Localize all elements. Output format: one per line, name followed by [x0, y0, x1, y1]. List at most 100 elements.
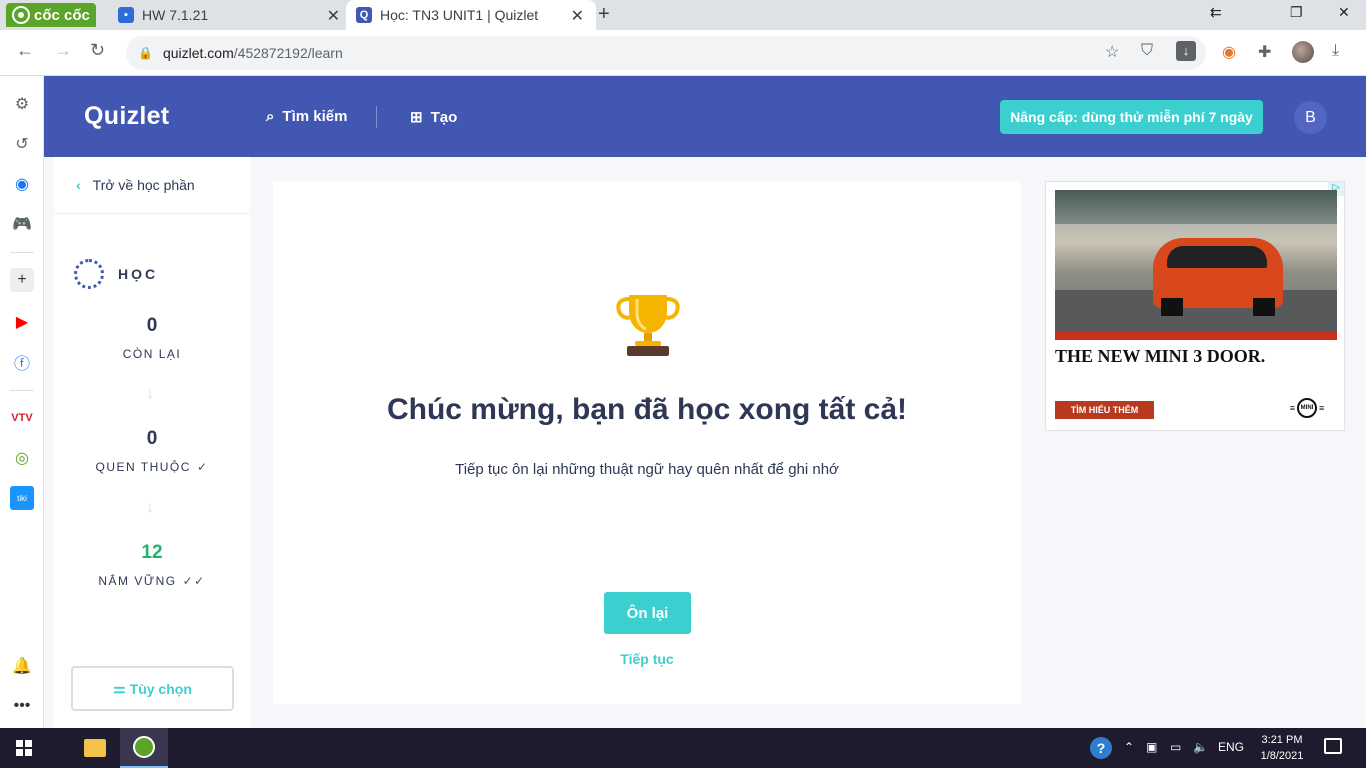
facebook-icon[interactable]: ⓕ — [10, 350, 34, 374]
quizlet-header: Quizlet ⌕ Tìm kiếm ⊞ Tạo Nâng cấp: dùng … — [44, 76, 1366, 157]
tab-hw[interactable]: ▪ HW 7.1.21 ✕ — [108, 0, 352, 30]
back-arrow-icon[interactable]: ← — [16, 40, 34, 61]
settings-gear-icon[interactable]: ⚙ — [10, 92, 34, 116]
help-icon[interactable]: ? — [1090, 737, 1112, 759]
learn-mode-icon — [74, 259, 104, 289]
options-button[interactable]: ⚌ Tùy chọn — [71, 666, 234, 711]
search-button[interactable]: ⌕ Tìm kiếm — [266, 108, 347, 125]
mastered-count: 12 — [141, 542, 163, 563]
double-check-icon: ✓✓ — [182, 574, 206, 588]
advertisement[interactable]: ▷ THE NEW MINI 3 DOOR. TÌM HIỂU THÊM ≡ MI… — [1045, 181, 1345, 431]
restore-icon[interactable]: ❐ — [1290, 4, 1303, 21]
tab-title: HW 7.1.21 — [142, 7, 209, 23]
search-icon: ⌕ — [266, 108, 275, 125]
file-explorer-icon[interactable] — [84, 739, 106, 757]
taskbar-clock[interactable]: 3:21 PM 1/8/2021 — [1254, 732, 1310, 764]
minimize-icon[interactable]: ⇇ — [1210, 4, 1222, 21]
downloads-icon[interactable]: ⤓ — [1332, 42, 1339, 60]
mini-brand-text: MINI — [1297, 398, 1317, 418]
familiar-label: QUEN THUỘC — [95, 460, 191, 474]
language-indicator[interactable]: ENG — [1218, 740, 1244, 754]
forward-arrow-icon[interactable]: → — [54, 40, 72, 61]
trophy-icon — [616, 295, 680, 356]
messenger-icon[interactable]: ◉ — [10, 172, 34, 196]
star-bookmark-icon[interactable]: ☆ — [1105, 42, 1119, 62]
notifications-icon[interactable] — [1324, 738, 1342, 754]
create-icon: ⊞ — [410, 109, 423, 126]
upgrade-button[interactable]: Nâng cấp: dùng thử miễn phí 7 ngày — [1000, 100, 1263, 134]
review-button[interactable]: Ôn lại — [604, 592, 691, 634]
new-tab-icon[interactable]: + — [598, 3, 610, 26]
header-divider — [376, 106, 377, 128]
classroom-icon: ▪ — [118, 7, 134, 23]
taskbar-coccoc-app[interactable] — [120, 728, 168, 768]
shield-icon[interactable]: ⛉ — [1141, 42, 1153, 60]
youtube-icon[interactable]: ▶ — [10, 310, 34, 334]
tab-close-icon[interactable]: ✕ — [327, 6, 340, 26]
tiki-icon[interactable]: tiki — [10, 486, 34, 510]
url-host: quizlet.com — [162, 45, 234, 61]
bell-icon[interactable]: 🔔 — [10, 654, 34, 678]
gamepad-icon[interactable]: 🎮 — [10, 212, 34, 236]
familiar-stat: 0 QUEN THUỘC ✓ — [54, 428, 250, 474]
familiar-label-row: QUEN THUỘC ✓ — [54, 460, 250, 474]
coccoc-map-icon[interactable]: ◎ — [10, 446, 34, 470]
url-path: /452872192/learn — [233, 45, 343, 61]
ad-headline: THE NEW MINI 3 DOOR. — [1055, 346, 1266, 366]
coccoc-taskbar-icon — [133, 736, 155, 758]
sliders-icon: ⚌ — [113, 680, 126, 696]
close-window-icon[interactable]: ✕ — [1338, 4, 1350, 21]
volume-icon[interactable]: 🔈 — [1193, 740, 1208, 754]
chevron-left-icon: ‹ — [76, 177, 81, 193]
profile-avatar[interactable] — [1292, 41, 1314, 63]
ad-stripe — [1055, 332, 1337, 340]
quizlet-logo[interactable]: Quizlet — [84, 102, 169, 131]
battery-icon[interactable]: ▭ — [1170, 740, 1181, 754]
chevron-up-icon[interactable]: ⌃ — [1124, 740, 1134, 754]
more-icon[interactable]: ••• — [10, 694, 34, 718]
back-label: Trở về học phần — [92, 177, 195, 193]
remaining-label: CÒN LẠI — [122, 347, 182, 361]
arrow-down-icon: ↓ — [146, 385, 154, 402]
ad-car-image — [1055, 190, 1337, 340]
back-to-set-link[interactable]: ‹ Trở về học phần — [76, 177, 195, 193]
completion-title: Chúc mừng, bạn đã học xong tất cả! — [386, 393, 908, 426]
mode-header: HỌC — [74, 259, 158, 289]
mastered-label: NẮM VỮNG — [98, 574, 177, 588]
windows-start-icon[interactable] — [16, 740, 32, 756]
reload-icon[interactable]: ↻ — [90, 40, 105, 61]
lock-icon: 🔒 — [138, 46, 153, 60]
user-avatar[interactable]: B — [1294, 101, 1327, 134]
address-bar[interactable]: 🔒 quizlet.com /452872192/learn — [126, 36, 1206, 70]
panel-divider — [54, 213, 250, 214]
camera-icon[interactable]: ▣ — [1146, 740, 1157, 754]
continue-link[interactable]: Tiếp tục — [273, 651, 1021, 667]
tab-close-icon[interactable]: ✕ — [571, 6, 584, 26]
history-icon[interactable]: ↺ — [10, 132, 34, 156]
browser-brand-label: cốc cốc — [34, 6, 90, 24]
create-label: Tạo — [430, 108, 458, 126]
sidebar-divider — [10, 252, 34, 253]
browser-tab-strip: cốc cốc ▪ HW 7.1.21 ✕ Q Học: TN3 UNIT1 |… — [0, 0, 1366, 30]
browser-toolbar: ← → ↻ 🔒 quizlet.com /452872192/learn ☆ ⛉… — [0, 30, 1366, 76]
add-shortcut-icon[interactable]: + — [10, 268, 34, 292]
search-label: Tìm kiếm — [282, 108, 348, 125]
coccoc-logo-icon — [12, 6, 30, 24]
mode-title: HỌC — [118, 266, 159, 282]
remaining-count: 0 — [146, 315, 158, 336]
save-page-icon[interactable]: ↓ — [1176, 41, 1196, 61]
ad-cta-button[interactable]: TÌM HIỂU THÊM — [1055, 401, 1154, 419]
vtv-go-icon[interactable]: VTV — [10, 406, 34, 430]
puzzle-extensions-icon[interactable]: ✚ — [1258, 42, 1271, 62]
check-icon: ✓ — [196, 460, 209, 474]
tab-title: Học: TN3 UNIT1 | Quizlet — [380, 7, 539, 23]
mastered-label-row: NẮM VỮNG ✓✓ — [54, 574, 250, 588]
completion-card: Chúc mừng, bạn đã học xong tất cả! Tiếp … — [273, 181, 1021, 704]
browser-sidebar: ⚙ ↺ ◉ 🎮 + ▶ ⓕ VTV ◎ tiki 🔔 ••• — [0, 76, 44, 728]
tab-quizlet[interactable]: Q Học: TN3 UNIT1 | Quizlet ✕ — [346, 0, 596, 30]
extension-circle-icon[interactable]: ◉ — [1222, 42, 1236, 62]
browser-brand-button[interactable]: cốc cốc — [6, 3, 96, 27]
ad-car-shape — [1153, 238, 1283, 316]
create-button[interactable]: ⊞ Tạo — [410, 108, 458, 127]
sidebar-divider — [10, 390, 34, 391]
